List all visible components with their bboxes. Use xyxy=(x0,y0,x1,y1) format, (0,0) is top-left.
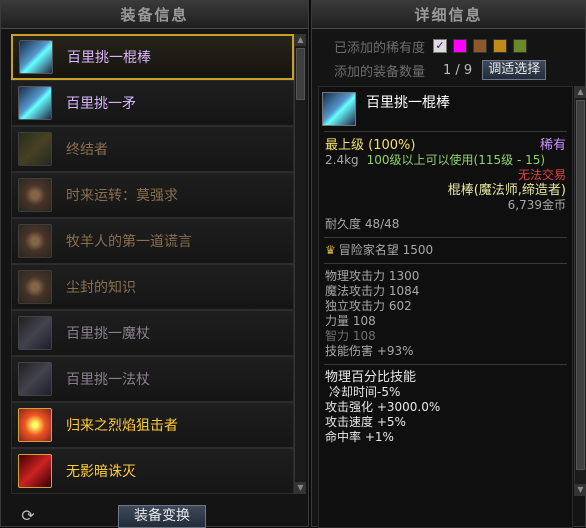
equipment-item[interactable]: 百里挑一魔杖 xyxy=(11,310,294,356)
scroll-down-icon[interactable]: ▼ xyxy=(575,484,586,496)
blade-icon xyxy=(18,454,52,488)
equipment-item[interactable]: 终结者 xyxy=(11,126,294,172)
rarity-swatches xyxy=(447,39,528,53)
durability: 耐久度 48/48 xyxy=(325,217,400,231)
scroll-up-icon[interactable]: ▲ xyxy=(575,86,586,98)
equipment-panel: 装备信息 百里挑一棍棒 百里挑一矛终结者时来运转：莫强求 牧羊人的第一道谎言 尘封的知… xyxy=(0,0,309,528)
item-rarity: 稀有 xyxy=(539,138,566,153)
skill-line: 攻击速度 +5% xyxy=(325,415,406,429)
equipment-item[interactable]: 百里挑一法杖 xyxy=(11,356,294,402)
count-row: 添加的装备数量 1 / 9 调适选择 xyxy=(334,59,547,81)
stat-line: 力量 108 xyxy=(325,314,376,328)
equipment-item[interactable]: 时来运转：莫强求 xyxy=(11,172,294,218)
equipment-item-name: 百里挑一法杖 xyxy=(66,372,150,388)
equipment-item-name: 百里挑一棍棒 xyxy=(67,50,151,66)
weapon-type: 棍棒(魔法师,缔造者) xyxy=(447,183,566,198)
equipment-item[interactable]: 归来之烈焰狙击者 xyxy=(11,402,294,448)
staff-icon xyxy=(322,92,356,126)
item-grade: 最上级 (100%) xyxy=(325,138,416,153)
equipment-item-name: 牧羊人的第一道谎言 xyxy=(66,234,192,250)
equipment-item[interactable]: 百里挑一棍棒 xyxy=(11,34,294,80)
equipment-item-name: 百里挑一魔杖 xyxy=(66,326,150,342)
detail-panel: 详细信息 已添加的稀有度 ✓ 添加的装备数量 1 / 9 调适选择 百里挑一棍棒… xyxy=(311,0,586,528)
count-value: 1 / 9 xyxy=(443,62,473,78)
stat-line: 独立攻击力 602 xyxy=(325,299,412,313)
skill-line: 冷却时间-5% xyxy=(329,385,401,399)
scroll-thumb[interactable] xyxy=(576,100,585,470)
scroll-thumb[interactable] xyxy=(296,48,305,100)
rarity-filter-row: 已添加的稀有度 ✓ xyxy=(334,35,528,57)
weapon-icon xyxy=(18,132,52,166)
detail-scrollbar[interactable]: ▲ ▼ xyxy=(574,86,586,496)
equipment-item[interactable]: 无影暗诛灭 xyxy=(11,448,294,494)
rarity-swatch[interactable] xyxy=(493,39,508,53)
equipment-scrollbar[interactable]: ▲ ▼ xyxy=(294,34,306,494)
scroll-down-icon[interactable]: ▼ xyxy=(295,482,306,494)
skill-title: 物理百分比技能 xyxy=(325,370,417,385)
book-icon xyxy=(18,270,52,304)
equipment-item-name: 归来之烈焰狙击者 xyxy=(66,418,178,434)
level-requirement: 100级以上可以使用(115级 - 15) xyxy=(366,153,546,167)
wand-icon xyxy=(18,316,52,350)
equipment-item-name: 百里挑一矛 xyxy=(66,96,136,112)
sun-icon xyxy=(18,178,52,212)
rarity-swatch[interactable] xyxy=(513,39,528,53)
skill-line: 命中率 +1% xyxy=(325,430,394,444)
equipment-item[interactable]: 尘封的知识 xyxy=(11,264,294,310)
stat-list: 物理攻击力 1300 魔法攻击力 1084 独立攻击力 602 力量 108 智力 10… xyxy=(319,269,572,359)
equipment-item-name: 时来运转：莫强求 xyxy=(66,188,178,204)
count-label: 添加的装备数量 xyxy=(334,64,426,80)
equipment-panel-title: 装备信息 xyxy=(1,1,308,29)
spear-icon xyxy=(18,86,52,120)
staff-icon xyxy=(19,40,53,74)
rarity-checkbox[interactable]: ✓ xyxy=(433,39,448,53)
equipment-item[interactable]: 百里挑一矛 xyxy=(11,80,294,126)
stat-line: 物理攻击力 1300 xyxy=(325,269,420,283)
scroll-up-icon[interactable]: ▲ xyxy=(295,34,306,46)
detail-panel-title: 详细信息 xyxy=(312,1,585,29)
flame-icon xyxy=(18,408,52,442)
orb-icon xyxy=(18,224,52,258)
rarity-label: 已添加的稀有度 xyxy=(334,40,426,56)
fame-icon: ♛ xyxy=(325,243,336,257)
adjust-selection-button[interactable]: 调适选择 xyxy=(482,60,547,80)
equipment-item-name: 终结者 xyxy=(66,142,108,158)
stat-line: 技能伤害 +93% xyxy=(325,344,414,358)
equipment-item[interactable]: 牧羊人的第一道谎言 xyxy=(11,218,294,264)
rarity-swatch[interactable] xyxy=(453,39,468,53)
skill-line: 攻击强化 +3000.0% xyxy=(325,400,441,414)
tooltip-item-name: 百里挑一棍棒 xyxy=(366,95,450,111)
stat-line: 魔法攻击力 1084 xyxy=(325,284,420,298)
adventurer-fame: 冒险家名望 1500 xyxy=(338,243,434,257)
swap-equipment-button[interactable]: 装备变换 xyxy=(118,505,206,528)
skill-list: 冷却时间-5% 攻击强化 +3000.0% 攻击速度 +5% 命中率 +1% xyxy=(319,385,572,445)
trade-restriction: 无法交易 xyxy=(517,168,566,182)
item-price: 6,739金币 xyxy=(507,198,566,212)
item-tooltip: 百里挑一棍棒 最上级 (100%) 稀有 2.4kg 100级以上可以使用(11… xyxy=(318,86,573,528)
refresh-icon[interactable]: ⟳ xyxy=(19,507,37,525)
rarity-swatch[interactable] xyxy=(473,39,488,53)
equipment-list: 百里挑一棍棒 百里挑一矛终结者时来运转：莫强求 牧羊人的第一道谎言 尘封的知识百里挑一… xyxy=(11,34,294,494)
stat-line: 智力 108 xyxy=(325,329,376,343)
item-weight: 2.4kg xyxy=(325,153,359,167)
rod-icon xyxy=(18,362,52,396)
equipment-item-name: 尘封的知识 xyxy=(66,280,136,296)
equipment-item-name: 无影暗诛灭 xyxy=(66,464,136,480)
